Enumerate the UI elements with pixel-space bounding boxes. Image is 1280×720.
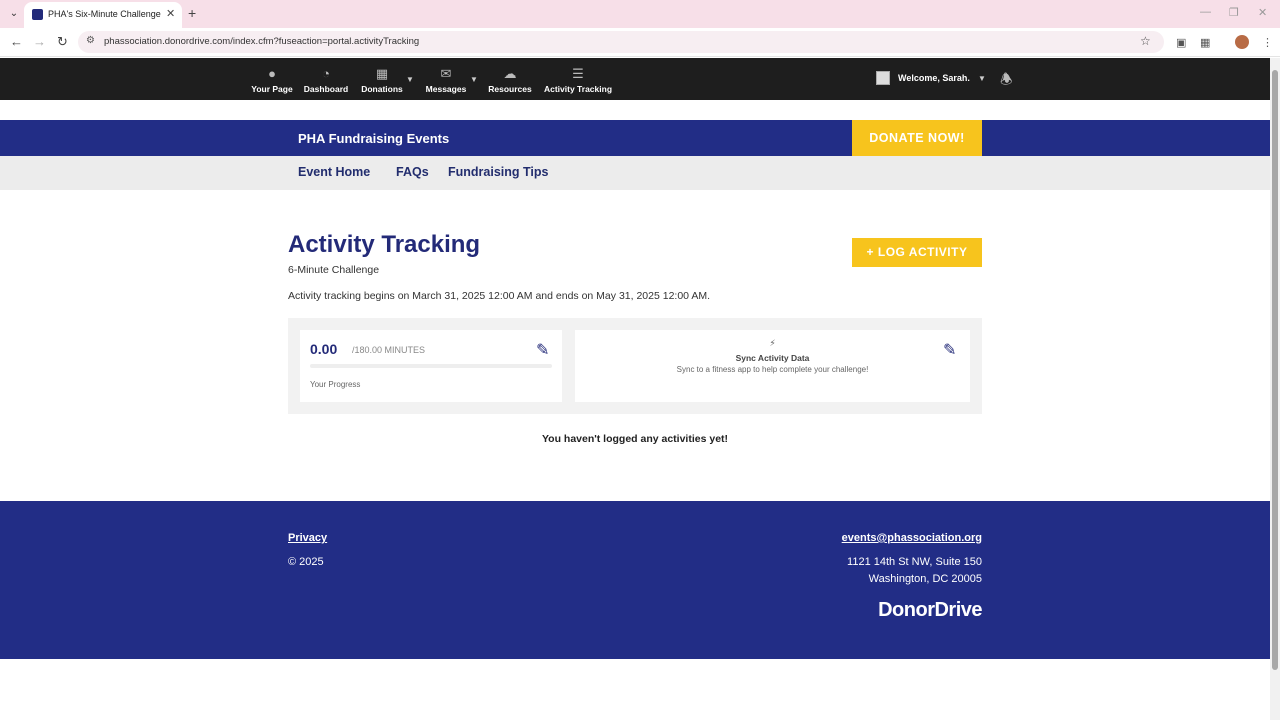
tracking-dates-note: Activity tracking begins on March 31, 20…	[288, 290, 711, 302]
tab-search-chevron-icon[interactable]: ⌄	[6, 6, 22, 22]
extensions-puzzle-icon[interactable]: ▦	[1200, 36, 1210, 49]
privacy-link[interactable]: Privacy	[288, 532, 327, 544]
nav-donations[interactable]: ▦ Donations	[358, 66, 406, 94]
donordrive-logo[interactable]: DonorDrive	[878, 599, 982, 622]
subnav-event-home[interactable]: Event Home	[298, 165, 370, 179]
contact-email-link[interactable]: events@phassociation.org	[842, 532, 982, 544]
minimize-icon[interactable]: —	[1200, 6, 1211, 18]
url-text[interactable]: phassociation.donordrive.com/index.cfm?f…	[104, 36, 419, 47]
scrollbar-thumb[interactable]	[1272, 70, 1278, 670]
browser-menu-icon[interactable]: ⋮	[1262, 36, 1273, 49]
nav-your-page[interactable]: ● Your Page	[250, 66, 294, 94]
challenge-name: 6-Minute Challenge	[288, 264, 380, 276]
user-avatar[interactable]	[876, 71, 890, 85]
copyright-text: © 2025	[288, 556, 324, 568]
new-tab-icon[interactable]: +	[188, 5, 196, 21]
favicon-icon	[32, 9, 43, 20]
browser-tab[interactable]: PHA's Six-Minute Challenge ✕	[24, 2, 182, 28]
progress-bar	[310, 364, 552, 368]
page-title: Activity Tracking	[288, 231, 481, 258]
progress-value: 0.00	[310, 341, 338, 357]
gift-icon: ▦	[375, 66, 389, 81]
nav-dashboard[interactable]: ◔ Dashboard	[302, 66, 350, 94]
subnav-fundraising-tips[interactable]: Fundraising Tips	[448, 165, 548, 179]
cloud-download-icon: ☁	[503, 66, 517, 81]
extension-icon[interactable]: ▣	[1176, 36, 1186, 49]
envelope-icon: ✉	[440, 66, 452, 81]
user-icon: ●	[268, 66, 276, 81]
edit-sync-pencil-icon[interactable]: ✎	[943, 340, 956, 360]
event-subnav: Event Home FAQs Fundraising Tips	[0, 156, 1270, 190]
activity-cards: 0.00 /180.00 MINUTES ✎ Your Progress ⚡ S…	[288, 318, 982, 414]
profile-avatar[interactable]	[1235, 35, 1249, 49]
browser-toolbar: ← → ↻ ⚙ phassociation.donordrive.com/ind…	[0, 28, 1280, 57]
address-line-2: Washington, DC 20005	[868, 573, 982, 585]
empty-activities-message: You haven't logged any activities yet!	[541, 433, 729, 445]
back-icon[interactable]: ←	[10, 34, 23, 49]
site-top-nav: ● Your Page ◔ Dashboard ▦ Donations ▼ ✉ …	[0, 58, 1270, 100]
address-line-1: 1121 14th St NW, Suite 150	[847, 556, 982, 568]
sync-card[interactable]: ⚡ Sync Activity Data Sync to a fitness a…	[575, 330, 970, 402]
address-bar[interactable]: ⚙ phassociation.donordrive.com/index.cfm…	[78, 31, 1164, 53]
forward-icon[interactable]: →	[33, 34, 46, 49]
progress-goal: /180.00 MINUTES	[352, 345, 426, 355]
donate-now-button[interactable]: DONATE NOW!	[852, 120, 982, 156]
close-window-icon[interactable]: ✕	[1258, 6, 1267, 19]
list-icon: ☰	[572, 66, 584, 81]
subnav-faqs[interactable]: FAQs	[396, 165, 429, 179]
sync-title: Sync Activity Data	[735, 353, 810, 363]
site-footer: Privacy © 2025 events@phassociation.org …	[0, 501, 1270, 659]
site-info-icon[interactable]: ⚙	[86, 35, 95, 46]
messages-caret-icon[interactable]: ▼	[470, 75, 478, 84]
event-header: PHA Fundraising Events	[0, 120, 1270, 156]
welcome-text[interactable]: Welcome, Sarah.	[898, 73, 970, 83]
account-caret-icon[interactable]: ▼	[978, 74, 986, 83]
sync-description: Sync to a fitness app to help complete y…	[676, 365, 869, 374]
bookmark-star-icon[interactable]: ☆	[1140, 34, 1151, 48]
nav-activity-tracking[interactable]: ☰ Activity Tracking	[541, 66, 615, 94]
progress-label: Your Progress	[310, 380, 361, 389]
edit-goal-pencil-icon[interactable]: ✎	[536, 340, 549, 360]
lightning-icon: ⚡	[769, 338, 776, 348]
tab-title: PHA's Six-Minute Challenge	[48, 9, 161, 19]
page-scrollbar[interactable]	[1270, 58, 1280, 720]
bell-icon[interactable]: 🕭	[1000, 69, 1013, 93]
donations-caret-icon[interactable]: ▼	[406, 75, 414, 84]
maximize-icon[interactable]: ❐	[1229, 6, 1239, 19]
nav-resources[interactable]: ☁ Resources	[486, 66, 534, 94]
dashboard-icon: ◔	[322, 66, 330, 81]
reload-icon[interactable]: ↻	[57, 34, 68, 50]
nav-messages[interactable]: ✉ Messages	[424, 66, 468, 94]
close-tab-icon[interactable]: ✕	[166, 7, 175, 20]
log-activity-button[interactable]: + LOG ACTIVITY	[852, 238, 982, 267]
browser-tab-bar: ⌄ PHA's Six-Minute Challenge ✕ + — ❐ ✕	[0, 0, 1280, 28]
progress-card: 0.00 /180.00 MINUTES ✎ Your Progress	[300, 330, 562, 402]
event-title[interactable]: PHA Fundraising Events	[298, 131, 449, 146]
